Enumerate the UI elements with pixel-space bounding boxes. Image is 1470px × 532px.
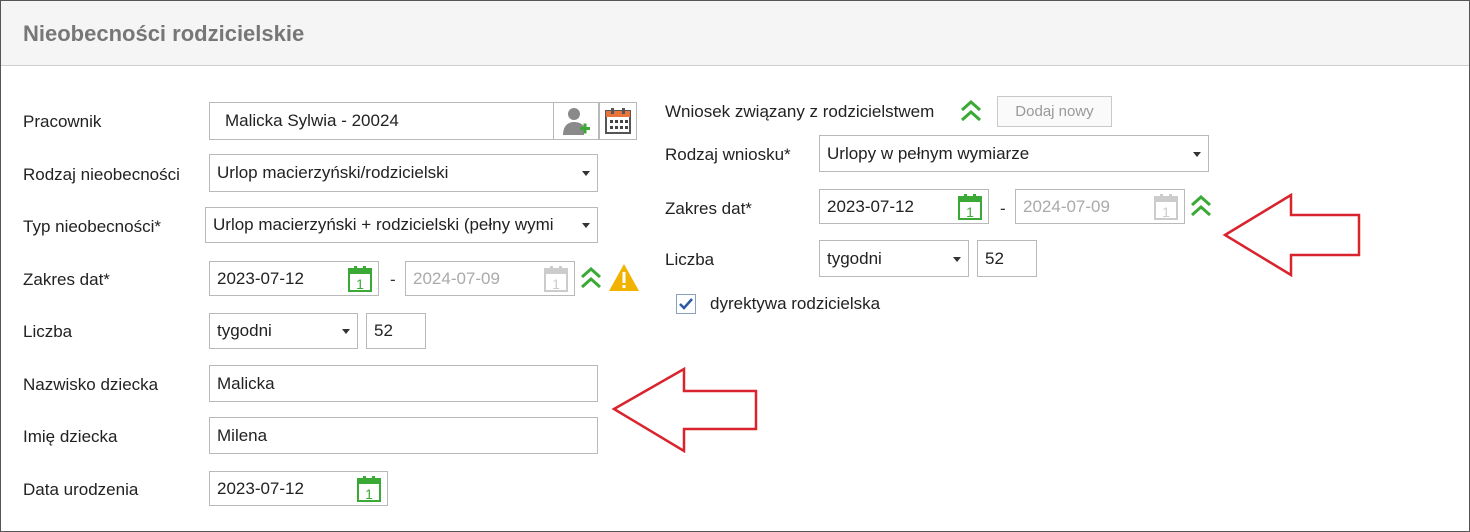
absence-kind-select[interactable]: Urlop macierzyński/rodzicielski — [209, 154, 598, 192]
svg-text:1: 1 — [365, 486, 373, 502]
child-surname-label: Nazwisko dziecka — [23, 375, 159, 394]
child-name-field[interactable]: Milena — [209, 417, 598, 454]
employee-field[interactable]: Malicka Sylwia - 20024 — [209, 102, 554, 140]
request-count-unit-value: tygodni — [827, 248, 882, 268]
parental-absence-panel: Nieobecności rodzicielskie Pracownik Mal… — [0, 0, 1470, 532]
add-new-button[interactable]: Dodaj nowy — [997, 96, 1112, 127]
count-value-field[interactable]: 52 — [366, 313, 426, 349]
user-add-icon — [563, 108, 590, 135]
panel-header: Nieobecności rodzicielskie — [1, 1, 1469, 66]
absence-type-select[interactable]: Urlop macierzyński + rodzicielski (pełny… — [205, 207, 598, 243]
absence-kind-label: Rodzaj nieobecności — [23, 165, 180, 184]
request-count-unit-select[interactable]: tygodni — [819, 240, 969, 277]
svg-text:1: 1 — [966, 204, 974, 220]
svg-text:1: 1 — [552, 276, 560, 292]
annotation-arrow-left-icon — [1222, 193, 1361, 278]
request-date-from-field[interactable]: 2023-07-12 1 — [819, 189, 989, 224]
calendar-disabled-icon: 1 — [544, 266, 568, 292]
dropdown-caret-icon — [582, 171, 590, 176]
calendar-icon: 1 — [348, 266, 372, 292]
svg-text:1: 1 — [356, 276, 364, 292]
double-chevron-up-icon[interactable] — [579, 265, 603, 291]
child-name-label: Imię dziecka — [23, 427, 118, 446]
request-date-range-label: Zakres dat* — [665, 199, 752, 218]
request-kind-value: Urlopy w pełnym wymiarze — [827, 143, 1030, 163]
warning-icon — [609, 264, 639, 291]
request-kind-select[interactable]: Urlopy w pełnym wymiarze — [819, 135, 1209, 172]
double-chevron-up-icon[interactable] — [959, 98, 983, 124]
birth-date-label: Data urodzenia — [23, 480, 139, 499]
request-date-to-value: 2024-07-09 — [1023, 196, 1110, 216]
date-to-value: 2024-07-09 — [413, 268, 500, 288]
request-kind-label: Rodzaj wniosku* — [665, 145, 791, 164]
calendar-disabled-icon: 1 — [1154, 194, 1178, 220]
date-range-label: Zakres dat* — [23, 270, 110, 289]
checkmark-icon — [679, 298, 693, 310]
request-count-label: Liczba — [665, 250, 715, 269]
calendar-icon: 1 — [357, 476, 381, 502]
request-date-separator: - — [1000, 199, 1006, 218]
parental-directive-checkbox[interactable] — [676, 294, 696, 314]
absence-kind-value: Urlop macierzyński/rodzicielski — [217, 163, 449, 182]
calendar-icon: 1 — [958, 194, 982, 220]
employee-calendar-button[interactable] — [599, 102, 637, 140]
panel-title: Nieobecności rodzicielskie — [23, 21, 305, 46]
count-label: Liczba — [23, 322, 73, 341]
request-label: Wniosek związany z rodzicielstwem — [665, 102, 935, 121]
dropdown-caret-icon — [582, 223, 590, 228]
parental-directive-label: dyrektywa rodzicielska — [710, 294, 881, 313]
request-date-from-value: 2023-07-12 — [827, 196, 914, 216]
date-from-value: 2023-07-12 — [217, 268, 304, 288]
child-surname-field[interactable]: Malicka — [209, 365, 598, 402]
dropdown-caret-icon — [953, 256, 961, 262]
add-employee-button[interactable] — [553, 102, 599, 140]
count-unit-select[interactable]: tygodni — [209, 313, 358, 349]
date-separator: - — [390, 270, 396, 289]
employee-label: Pracownik — [23, 112, 102, 131]
birth-date-field[interactable]: 2023-07-12 1 — [209, 471, 388, 506]
calendar-grid-icon — [605, 108, 631, 134]
dropdown-caret-icon — [1193, 151, 1201, 157]
absence-type-value: Urlop macierzyński + rodzicielski (pełny… — [213, 215, 554, 234]
double-chevron-up-icon[interactable] — [1189, 193, 1213, 219]
dropdown-caret-icon — [342, 329, 350, 334]
request-date-to-field[interactable]: 2024-07-09 1 — [1015, 189, 1185, 224]
svg-text:1: 1 — [1162, 204, 1170, 220]
absence-type-label: Typ nieobecności* — [23, 217, 161, 236]
annotation-arrow-left-icon — [611, 367, 758, 453]
request-count-value-field[interactable]: 52 — [977, 240, 1037, 277]
birth-date-value: 2023-07-12 — [217, 478, 304, 498]
count-unit-value: tygodni — [217, 321, 272, 340]
date-to-field[interactable]: 2024-07-09 1 — [405, 261, 575, 296]
date-from-field[interactable]: 2023-07-12 1 — [209, 261, 379, 296]
